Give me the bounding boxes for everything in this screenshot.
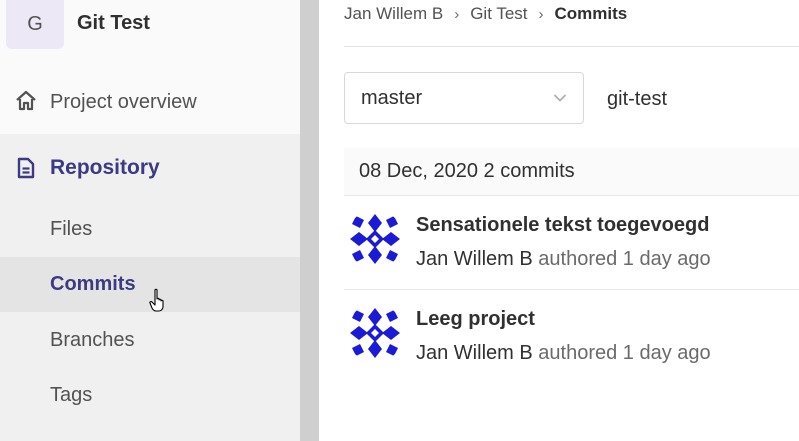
commit-title[interactable]: Leeg project bbox=[416, 308, 535, 331]
commit-author[interactable]: Jan Willem B bbox=[416, 342, 533, 364]
commit-day-label: 08 Dec, 2020 2 commits bbox=[359, 160, 575, 182]
repository-path: git-test bbox=[607, 88, 668, 110]
commit-verb: authored bbox=[538, 248, 618, 270]
project-avatar[interactable]: G bbox=[6, 0, 64, 49]
sidebar-item-label: Branches bbox=[50, 329, 135, 351]
sidebar-item-project-overview[interactable]: Project overview bbox=[0, 76, 300, 128]
repository-subnav: Files Commits Branches Tags bbox=[0, 202, 300, 441]
home-icon bbox=[16, 90, 36, 111]
branch-dropdown[interactable]: master bbox=[344, 72, 584, 124]
commit-verb: authored bbox=[538, 342, 618, 364]
chevron-right-icon: › bbox=[538, 5, 544, 23]
commit-meta: Jan Willem B authored 1 day ago bbox=[416, 248, 711, 271]
commit-author[interactable]: Jan Willem B bbox=[416, 248, 533, 270]
document-icon bbox=[17, 157, 35, 179]
sidebar-item-label: Files bbox=[50, 218, 93, 240]
breadcrumb-divider bbox=[344, 46, 799, 47]
sidebar-item-label: Commits bbox=[50, 273, 136, 295]
project-name[interactable]: Git Test bbox=[77, 12, 150, 35]
branch-dropdown-value: master bbox=[361, 86, 423, 109]
breadcrumb-link-project[interactable]: Git Test bbox=[470, 4, 527, 24]
sidebar-item-files[interactable]: Files bbox=[0, 202, 300, 257]
breadcrumb-link-owner[interactable]: Jan Willem B bbox=[344, 4, 443, 24]
sidebar-item-label: Project overview bbox=[50, 90, 197, 113]
commit-day-header: 08 Dec, 2020 2 commits bbox=[344, 148, 799, 196]
main-content: Jan Willem B › Git Test › Commits master… bbox=[319, 0, 799, 441]
sidebar-item-label: Tags bbox=[50, 384, 93, 406]
commit-list-item: Sensationele tekst toegevoegd Jan Willem… bbox=[344, 196, 799, 290]
sidebar-item-label: Repository bbox=[50, 156, 160, 179]
sidebar-item-tags[interactable]: Tags bbox=[0, 368, 300, 423]
chevron-right-icon: › bbox=[454, 5, 460, 23]
commit-time: 1 day ago bbox=[622, 342, 711, 364]
commit-list-item: Leeg project Jan Willem B authored 1 day… bbox=[344, 290, 799, 384]
sidebar: G Git Test Project overview Repository F… bbox=[0, 0, 300, 441]
hand-cursor-icon bbox=[149, 288, 164, 312]
author-avatar[interactable] bbox=[346, 210, 404, 268]
commit-meta: Jan Willem B authored 1 day ago bbox=[416, 342, 711, 365]
author-avatar[interactable] bbox=[346, 304, 404, 362]
breadcrumb: Jan Willem B › Git Test › Commits bbox=[344, 4, 627, 24]
sidebar-divider bbox=[300, 0, 319, 441]
project-header[interactable]: G Git Test bbox=[0, 0, 300, 50]
sidebar-item-branches[interactable]: Branches bbox=[0, 313, 300, 368]
breadcrumb-current[interactable]: Commits bbox=[555, 4, 628, 24]
commit-title[interactable]: Sensationele tekst toegevoegd bbox=[416, 214, 709, 237]
chevron-down-icon bbox=[553, 94, 567, 102]
sidebar-item-repository[interactable]: Repository bbox=[0, 134, 300, 202]
commit-time: 1 day ago bbox=[622, 248, 711, 270]
